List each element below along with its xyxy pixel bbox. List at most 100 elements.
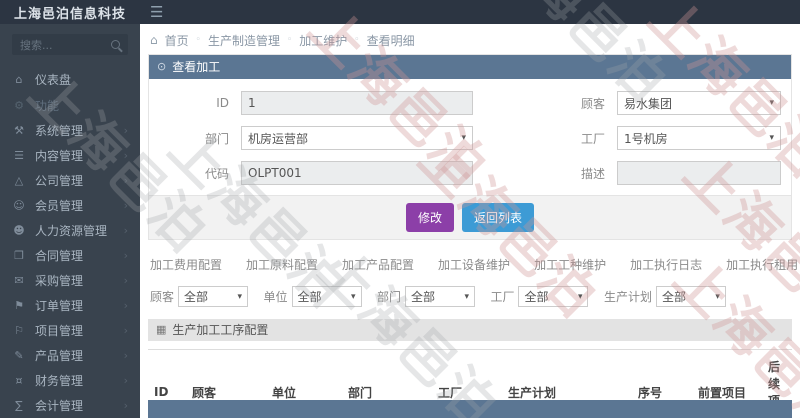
detail-form: ID 1 顾客 易水集团 ▾ 部门 机房运营部 ▾ 工厂 1号机房 ▾ 代码 O…: [149, 79, 791, 195]
dropdown-arrow-icon: ▾: [237, 291, 243, 302]
factory-label: 工厂: [580, 131, 605, 146]
tab-material-config[interactable]: 加工原料配置: [246, 256, 318, 273]
filter-label: 单位: [263, 290, 288, 304]
breadcrumb-processing[interactable]: 加工维护: [299, 32, 347, 49]
chevron-right-icon: ›: [123, 198, 128, 212]
currency-icon: ¤: [15, 373, 23, 387]
sidebar-item-label: 仪表盘: [35, 73, 72, 88]
envelope-icon: ✉: [14, 273, 24, 287]
tab-exec-log[interactable]: 加工执行日志: [630, 256, 702, 273]
sidebar-item-label: 合同管理: [35, 248, 84, 263]
chevron-right-icon: ›: [123, 398, 128, 412]
sidebar-item-label: 采购管理: [35, 273, 84, 288]
chevron-right-icon: ›: [123, 223, 128, 237]
eye-icon: ⊙: [157, 60, 167, 73]
code-value: OLPT001: [248, 166, 302, 180]
description-field: [617, 161, 781, 185]
dropdown-arrow-icon: ▾: [769, 98, 774, 108]
topbar: 上海邑泊信息科技 ☰: [0, 0, 800, 24]
breadcrumb-separator: ◦: [195, 35, 201, 45]
sidebar-item-company[interactable]: △ 公司管理 ›: [0, 168, 140, 193]
sidebar-item-content[interactable]: ☰ 内容管理 ›: [0, 143, 140, 168]
sidebar-item-system[interactable]: ⚒ 系统管理 ›: [0, 118, 140, 143]
filter-unit: 单位 全部 ▾: [263, 286, 362, 307]
customer-filter-select[interactable]: 全部 ▾: [178, 286, 249, 307]
filter-label: 部门: [376, 290, 401, 304]
sidebar-item-project[interactable]: ⚐ 项目管理 ›: [0, 318, 140, 343]
sidebar-section-label: 功能: [35, 98, 60, 113]
flag-icon: ⚑: [14, 298, 24, 312]
factory-value: 1号机房: [624, 131, 668, 146]
sidebar-item-finance[interactable]: ¤ 财务管理 ›: [0, 368, 140, 393]
flag-outline-icon: ⚐: [14, 323, 24, 337]
filter-factory: 工厂 全部 ▾: [490, 286, 589, 307]
id-field: 1: [241, 91, 473, 115]
sidebar-item-product[interactable]: ✎ 产品管理 ›: [0, 343, 140, 368]
modify-button[interactable]: 修改: [405, 203, 454, 232]
sidebar-item-label: 内容管理: [35, 148, 84, 163]
customer-select[interactable]: 易水集团 ▾: [617, 91, 781, 115]
sidebar-item-label: 会计管理: [35, 398, 84, 413]
gear-icon: ⚙: [14, 98, 24, 112]
home-icon: ⌂: [15, 73, 23, 87]
description-label: 描述: [580, 166, 605, 181]
production-plan-filter-select[interactable]: 全部 ▾: [655, 286, 726, 307]
breadcrumb-manufacturing[interactable]: 生产制造管理: [208, 32, 280, 49]
filter-value: 全部: [184, 290, 209, 304]
tab-exec-rental-log[interactable]: 加工执行租用日志: [726, 256, 800, 273]
breadcrumb-home[interactable]: 首页: [165, 32, 189, 49]
search-icon: [111, 40, 120, 50]
chevron-right-icon: ›: [123, 248, 128, 262]
dropdown-arrow-icon: ▾: [350, 291, 356, 302]
customer-label: 顾客: [580, 96, 605, 111]
sidebar-item-label: 公司管理: [35, 173, 84, 188]
sidebar-item-order[interactable]: ⚑ 订单管理 ›: [0, 293, 140, 318]
section-title: 生产加工工序配置: [172, 323, 269, 337]
building-icon: △: [14, 173, 24, 187]
sidebar-section-features: ⚙ 功能: [0, 93, 140, 118]
breadcrumb-separator: ◦: [354, 35, 360, 45]
department-select[interactable]: 机房运营部 ▾: [241, 126, 473, 150]
tab-worktype[interactable]: 加工工种维护: [534, 256, 606, 273]
next-panel-header: [148, 400, 792, 418]
tab-product-config[interactable]: 加工产品配置: [342, 256, 414, 273]
department-label: 部门: [204, 131, 229, 146]
chevron-right-icon: ›: [123, 298, 128, 312]
search-placeholder: 搜索...: [20, 38, 53, 52]
sidebar: 搜索... ⌂ 仪表盘 ⚙ 功能 ⚒ 系统管理 › ☰ 内容管理 › △ 公司管…: [0, 24, 140, 418]
chevron-right-icon: ›: [123, 373, 128, 387]
dropdown-arrow-icon: ▾: [715, 291, 720, 302]
unit-filter-select[interactable]: 全部 ▾: [291, 286, 362, 307]
code-label: 代码: [204, 166, 229, 181]
sidebar-item-procurement[interactable]: ✉ 采购管理 ›: [0, 268, 140, 293]
home-icon: ⌂: [150, 33, 158, 47]
sidebar-item-contract[interactable]: ❐ 合同管理 ›: [0, 243, 140, 268]
panel-header: ⊙ 查看加工: [149, 55, 791, 79]
back-to-list-button[interactable]: 返回列表: [462, 203, 535, 232]
sidebar-item-accounting[interactable]: ∑ 会计管理 ›: [0, 393, 140, 418]
hamburger-menu-icon[interactable]: ☰: [150, 4, 163, 20]
sidebar-item-dashboard[interactable]: ⌂ 仪表盘: [0, 67, 140, 92]
chevron-right-icon: ›: [123, 273, 128, 287]
chevron-right-icon: ›: [123, 148, 128, 162]
sidebar-item-member[interactable]: ☺ 会员管理 ›: [0, 193, 140, 218]
sidebar-search[interactable]: 搜索...: [12, 34, 128, 56]
factory-filter-select[interactable]: 全部 ▾: [518, 286, 589, 307]
sigma-icon: ∑: [15, 398, 23, 412]
tab-equipment[interactable]: 加工设备维护: [438, 256, 510, 273]
view-processing-panel: ⊙ 查看加工 ID 1 顾客 易水集团 ▾ 部门 机房运营部 ▾ 工厂 1号机房…: [148, 54, 792, 240]
document-icon: ❐: [14, 248, 24, 262]
department-filter-select[interactable]: 全部 ▾: [404, 286, 475, 307]
tab-cost-config[interactable]: 加工费用配置: [150, 256, 222, 273]
dropdown-arrow-icon: ▾: [577, 291, 583, 302]
list-icon: ☰: [14, 148, 24, 162]
code-field: OLPT001: [241, 161, 473, 185]
sidebar-item-hr[interactable]: ☻ 人力资源管理 ›: [0, 218, 140, 243]
filter-label: 生产计划: [603, 290, 652, 304]
sidebar-item-label: 订单管理: [35, 298, 84, 313]
filter-customer: 顾客 全部 ▾: [150, 286, 249, 307]
dropdown-arrow-icon: ▾: [464, 291, 469, 302]
factory-select[interactable]: 1号机房 ▾: [617, 126, 781, 150]
filter-value: 全部: [661, 290, 686, 304]
sidebar-item-label: 项目管理: [35, 323, 84, 338]
